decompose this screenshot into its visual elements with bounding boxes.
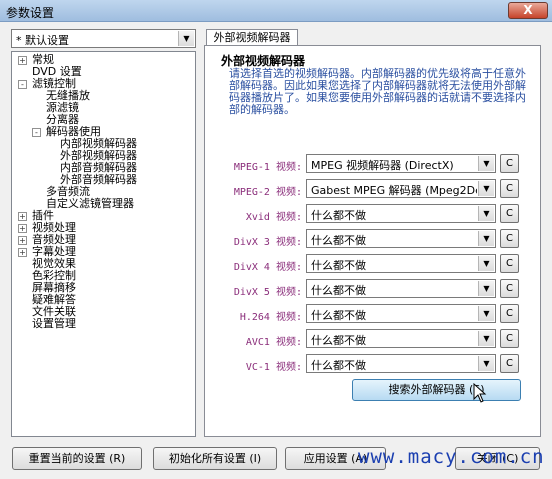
decoder-select[interactable]: 什么都不做 ▼ bbox=[306, 354, 496, 373]
decoder-row-label: VC-1 视频: bbox=[245, 362, 302, 373]
decoder-select[interactable]: 什么都不做 ▼ bbox=[306, 304, 496, 323]
decoder-select-value: 什么都不做 bbox=[311, 284, 366, 297]
decoder-select[interactable]: MPEG 视频解码器 (DirectX) ▼ bbox=[306, 154, 496, 173]
tree-expander-icon[interactable]: - bbox=[18, 80, 27, 89]
decoder-select-value: Gabest MPEG 解码器 (Mpeg2DecFilt bbox=[311, 184, 477, 197]
decoder-select-value: 什么都不做 bbox=[311, 359, 366, 372]
window-close-button[interactable]: X bbox=[508, 2, 548, 19]
decoder-config-button[interactable]: C bbox=[500, 354, 519, 373]
watermark: www.macy.com.cn bbox=[358, 446, 545, 468]
chevron-down-icon: ▼ bbox=[478, 306, 494, 321]
title-bar: 参数设置 X bbox=[0, 0, 552, 22]
decoder-row-label: AVC1 视频: bbox=[245, 337, 302, 348]
chevron-down-icon: ▼ bbox=[478, 281, 494, 296]
decoder-select-value: 什么都不做 bbox=[311, 209, 366, 222]
tree-expander-icon[interactable]: + bbox=[18, 212, 27, 221]
decoder-config-button[interactable]: C bbox=[500, 279, 519, 298]
settings-tree[interactable]: + 常规 DVD 设置 - 滤镜控制 无缝播放 源滤镜 分离器 - 解码器使用 内部视频解码器 外部视… bbox=[11, 51, 196, 437]
reset-all-button[interactable]: 初始化所有设置 (I) bbox=[153, 447, 277, 470]
tree-expander-icon[interactable]: - bbox=[32, 128, 41, 137]
decoder-select[interactable]: 什么都不做 ▼ bbox=[306, 229, 496, 248]
chevron-down-icon: ▼ bbox=[478, 356, 494, 371]
tree-expander-icon[interactable]: + bbox=[18, 248, 27, 257]
chevron-down-icon: ▼ bbox=[178, 31, 194, 46]
tree-expander-icon[interactable]: + bbox=[18, 236, 27, 245]
panel-description: 请选择首选的视频解码器。内部解码器的优先级将高于任意外部解码器。因此如果您选择了… bbox=[229, 67, 526, 116]
decoder-select-value: 什么都不做 bbox=[311, 234, 366, 247]
reset-current-button[interactable]: 重置当前的设置 (R) bbox=[12, 447, 142, 470]
profile-select-value: * 默认设置 bbox=[16, 34, 69, 47]
decoder-config-button[interactable]: C bbox=[500, 179, 519, 198]
decoder-select[interactable]: 什么都不做 ▼ bbox=[306, 279, 496, 298]
chevron-down-icon: ▼ bbox=[478, 181, 494, 196]
decoder-config-button[interactable]: C bbox=[500, 329, 519, 348]
decoder-config-button[interactable]: C bbox=[500, 229, 519, 248]
chevron-down-icon: ▼ bbox=[478, 256, 494, 271]
tree-item[interactable]: 设置管理 bbox=[32, 318, 76, 330]
chevron-down-icon: ▼ bbox=[478, 156, 494, 171]
decoder-select[interactable]: 什么都不做 ▼ bbox=[306, 329, 496, 348]
decoder-row-label: DivX 4 视频: bbox=[233, 262, 302, 273]
decoder-config-button[interactable]: C bbox=[500, 204, 519, 223]
decoder-select-value: 什么都不做 bbox=[311, 309, 366, 322]
tab-external-video-decoder[interactable]: 外部视频解码器 bbox=[206, 29, 298, 46]
decoder-config-button[interactable]: C bbox=[500, 154, 519, 173]
decoder-row-label: DivX 5 视频: bbox=[233, 287, 302, 298]
decoder-config-button[interactable]: C bbox=[500, 304, 519, 323]
decoder-row-label: MPEG-1 视频: bbox=[233, 162, 302, 173]
decoder-select[interactable]: 什么都不做 ▼ bbox=[306, 254, 496, 273]
decoder-select[interactable]: Gabest MPEG 解码器 (Mpeg2DecFilt▼ bbox=[306, 179, 496, 198]
profile-select[interactable]: * 默认设置 ▼ bbox=[11, 29, 196, 48]
decoder-select[interactable]: 什么都不做 ▼ bbox=[306, 204, 496, 223]
decoder-row-label: DivX 3 视频: bbox=[233, 237, 302, 248]
mouse-cursor-icon bbox=[473, 383, 487, 403]
window-title: 参数设置 bbox=[6, 6, 55, 20]
decoder-select-value: 什么都不做 bbox=[311, 334, 366, 347]
chevron-down-icon: ▼ bbox=[478, 331, 494, 346]
decoder-select-value: 什么都不做 bbox=[311, 259, 366, 272]
chevron-down-icon: ▼ bbox=[478, 206, 494, 221]
decoder-row-label: H.264 视频: bbox=[239, 312, 302, 323]
decoder-config-button[interactable]: C bbox=[500, 254, 519, 273]
decoder-row-label: Xvid 视频: bbox=[245, 212, 302, 223]
search-decoders-button[interactable]: 搜索外部解码器 (S) bbox=[352, 379, 521, 401]
chevron-down-icon: ▼ bbox=[478, 231, 494, 246]
decoder-row-label: MPEG-2 视频: bbox=[233, 187, 302, 198]
tree-expander-icon[interactable]: + bbox=[18, 224, 27, 233]
tree-item[interactable]: 自定义滤镜管理器 bbox=[46, 198, 134, 210]
decoder-select-value: MPEG 视频解码器 (DirectX) bbox=[311, 159, 454, 172]
tree-expander-icon[interactable]: + bbox=[18, 56, 27, 65]
